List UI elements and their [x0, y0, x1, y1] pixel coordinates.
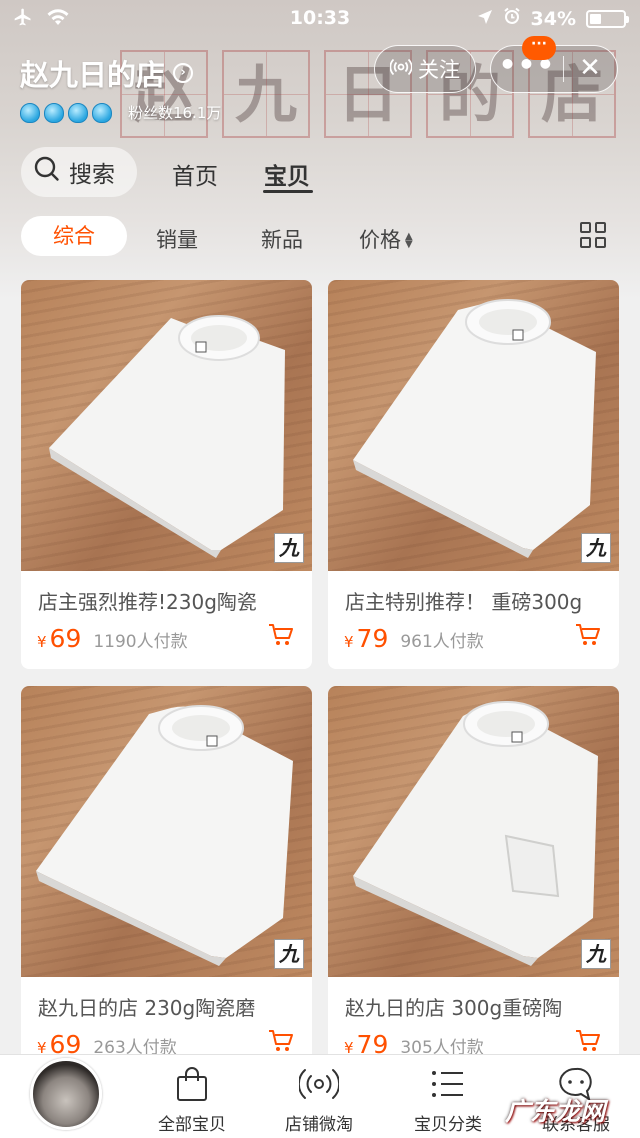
sort-price[interactable]: 价格 ▲ ▼ — [359, 224, 413, 254]
product-price: ¥ 79 961人付款 — [344, 624, 484, 653]
sort-arrows-icon: ▲ ▼ — [405, 231, 413, 250]
status-bar: 10:33 34% — [0, 0, 640, 36]
search-label: 搜索 — [69, 162, 115, 188]
banner-glyph: 九 — [222, 50, 310, 138]
product-card[interactable]: 九 赵九日的店 230g陶瓷磨 ¥ 69 263人付款 — [21, 686, 312, 1075]
list-icon — [393, 1064, 503, 1104]
product-title: 赵九日的店 300g重磅陶 — [345, 996, 563, 1020]
crown-icon — [92, 102, 112, 123]
search-icon — [33, 155, 61, 189]
product-price: ¥ 69 1190人付款 — [37, 624, 188, 653]
search-button[interactable]: 搜索 — [21, 147, 137, 197]
alarm-icon — [503, 7, 521, 30]
price-value: 69 — [49, 624, 82, 653]
add-to-cart-icon[interactable] — [575, 623, 601, 651]
currency-symbol: ¥ — [37, 633, 47, 651]
follow-button[interactable]: 关注 — [374, 45, 476, 93]
battery-icon — [586, 9, 629, 28]
currency-symbol: ¥ — [344, 633, 354, 651]
shop-rating: 粉丝数16.1万 — [20, 102, 221, 123]
location-arrow-icon — [477, 8, 493, 30]
chevron-right-icon: › — [173, 63, 194, 83]
sort-price-label: 价格 — [359, 228, 401, 252]
add-to-cart-icon[interactable] — [575, 1029, 601, 1057]
add-to-cart-icon[interactable] — [268, 1029, 294, 1057]
nav-categories-label: 宝贝分类 — [414, 1115, 482, 1135]
sort-new[interactable]: 新品 — [261, 224, 303, 254]
sort-sales[interactable]: 销量 — [156, 224, 198, 254]
shopping-bag-icon — [137, 1064, 247, 1104]
price-value: 79 — [356, 624, 389, 653]
broadcast-icon — [389, 57, 413, 81]
tab-home[interactable]: 首页 — [172, 157, 218, 191]
active-tab-indicator — [263, 190, 313, 193]
product-card[interactable]: 九 店主强烈推荐!230g陶瓷 ¥ 69 1190人付款 — [21, 280, 312, 669]
grid-view-icon[interactable] — [580, 222, 606, 248]
battery-percent: 34% — [530, 7, 576, 30]
sold-count: 961人付款 — [400, 632, 484, 652]
brand-logo: 九 — [274, 939, 304, 969]
product-image: 九 — [21, 686, 312, 977]
add-to-cart-icon[interactable] — [268, 623, 294, 651]
crown-icon — [44, 102, 64, 123]
product-title: 赵九日的店 230g陶瓷磨 — [38, 996, 256, 1020]
product-title: 店主强烈推荐!230g陶瓷 — [38, 590, 257, 614]
shop-name: 赵九日的店 — [20, 58, 166, 92]
brand-logo: 九 — [581, 939, 611, 969]
product-image: 九 — [328, 686, 619, 977]
shop-avatar[interactable] — [30, 1058, 102, 1130]
fan-count: 粉丝数16.1万 — [128, 104, 222, 122]
nav-all-items[interactable]: 全部宝贝 — [137, 1064, 247, 1135]
nav-all-items-label: 全部宝贝 — [158, 1115, 226, 1135]
product-card[interactable]: 九 赵九日的店 300g重磅陶 ¥ 79 305人付款 — [328, 686, 619, 1075]
message-badge: ··· — [522, 36, 556, 60]
nav-categories[interactable]: 宝贝分类 — [393, 1064, 503, 1135]
product-title: 店主特别推荐！ 重磅300g — [345, 590, 583, 614]
close-button[interactable]: ✕ — [563, 46, 617, 91]
follow-label: 关注 — [418, 58, 460, 82]
sort-comprehensive[interactable]: 综合 — [21, 216, 127, 256]
crown-icon — [20, 102, 40, 123]
product-image: 九 — [21, 280, 312, 571]
nav-weitao[interactable]: 店铺微淘 — [264, 1064, 374, 1135]
shop-name-link[interactable]: 赵九日的店 › — [20, 52, 194, 94]
tab-items[interactable]: 宝贝 — [264, 157, 310, 191]
site-watermark: 广东龙网 — [505, 1097, 606, 1126]
product-image: 九 — [328, 280, 619, 571]
crown-icon — [68, 102, 88, 123]
brand-logo: 九 — [274, 533, 304, 563]
sold-count: 1190人付款 — [93, 632, 188, 652]
product-card[interactable]: 九 店主特别推荐！ 重磅300g ¥ 79 961人付款 — [328, 280, 619, 669]
broadcast-icon — [264, 1064, 374, 1104]
brand-logo: 九 — [581, 533, 611, 563]
nav-weitao-label: 店铺微淘 — [285, 1115, 353, 1135]
